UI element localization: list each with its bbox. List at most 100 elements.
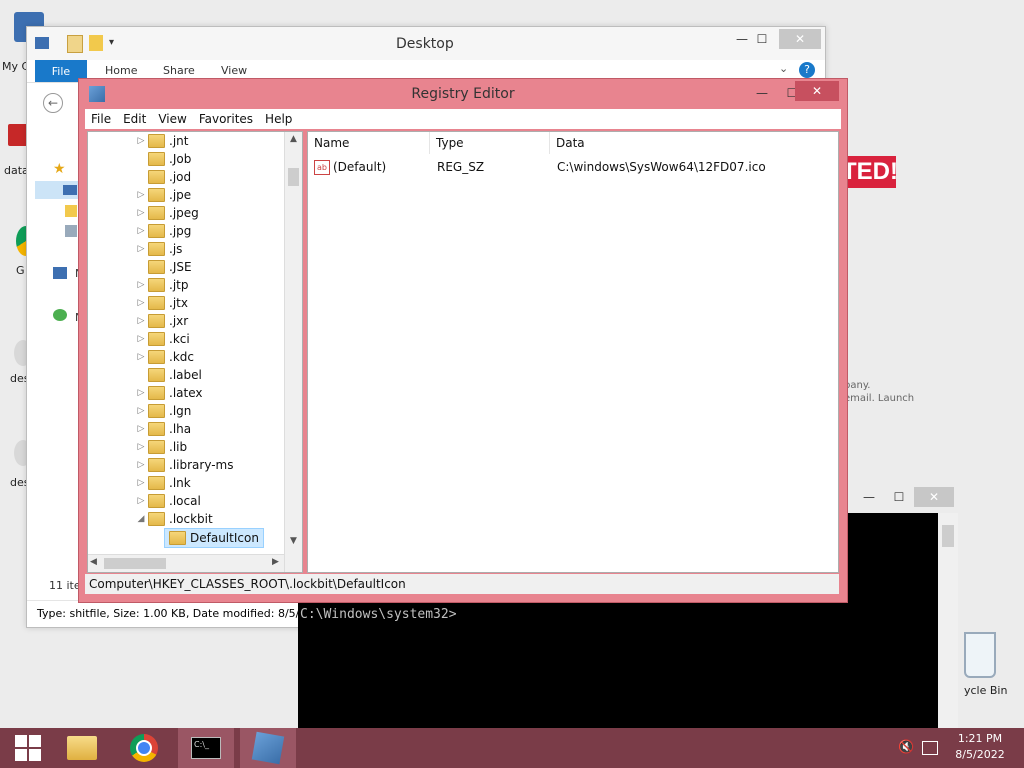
taskbar-chrome[interactable] xyxy=(116,728,172,768)
new-folder-icon[interactable] xyxy=(89,35,103,51)
tree-expand-icon[interactable]: ▷ xyxy=(136,496,146,506)
folder-icon xyxy=(148,422,165,436)
menu-edit[interactable]: Edit xyxy=(117,112,152,126)
tree-expand-icon[interactable]: ▷ xyxy=(136,244,146,254)
explorer-title-bar[interactable]: ▾ Desktop — ☐ ✕ xyxy=(27,27,825,60)
tree-item-label: .library-ms xyxy=(169,458,234,472)
tree-item[interactable]: .label xyxy=(136,366,202,384)
scroll-down-arrow-icon[interactable]: ▼ xyxy=(285,536,302,546)
tree-item[interactable]: ▷ .library-ms xyxy=(136,456,233,474)
tree-item[interactable]: ▷ .lha xyxy=(136,420,191,438)
taskbar-clock[interactable]: 1:21 PM 8/5/2022 xyxy=(944,731,1016,765)
tree-expand-icon[interactable]: ▷ xyxy=(136,208,146,218)
regedit-title-bar[interactable]: Registry Editor — ☐ ✕ xyxy=(79,79,847,109)
tree-item[interactable]: .Job xyxy=(136,150,191,168)
tree-item[interactable]: ▷ .jtx xyxy=(136,294,188,312)
properties-icon[interactable] xyxy=(67,35,83,53)
tree-item[interactable]: ◢ .lockbit xyxy=(136,510,213,528)
registry-key-tree[interactable]: ▷ .jnt .Job .jod ▷ .jpe ▷ .jpeg ▷ .jpg ▷ .js .JSE ▷ .j… xyxy=(87,131,303,573)
registry-values-pane[interactable]: Name Type Data ab (Default) REG_SZ C:\wi… xyxy=(307,131,839,573)
folder-icon xyxy=(148,134,165,148)
ribbon-tab-view[interactable]: View xyxy=(221,64,247,77)
ribbon-expand-icon[interactable]: ⌄ xyxy=(779,62,788,75)
tree-collapse-icon[interactable]: ◢ xyxy=(136,514,146,524)
help-icon[interactable]: ? xyxy=(799,62,815,78)
column-header-type[interactable]: Type xyxy=(430,132,550,154)
tree-item[interactable]: ▷ .lib xyxy=(136,438,187,456)
value-row[interactable]: ab (Default) REG_SZ C:\windows\SysWow64\… xyxy=(314,158,834,176)
taskbar: C:\_ 🔇 1:21 PM 8/5/2022 xyxy=(0,728,1024,768)
taskbar-file-explorer[interactable] xyxy=(54,728,110,768)
tree-item[interactable]: ▷ .js xyxy=(136,240,182,258)
folder-icon xyxy=(148,512,165,526)
tree-item[interactable]: ▷ .jpe xyxy=(136,186,191,204)
tree-item[interactable]: ▷ .local xyxy=(136,492,201,510)
tree-expand-icon[interactable]: ▷ xyxy=(136,316,146,326)
close-button[interactable]: ✕ xyxy=(795,81,839,101)
tree-item[interactable]: .JSE xyxy=(136,258,192,276)
tree-expand-icon[interactable]: ▷ xyxy=(136,298,146,308)
tree-expand-icon[interactable]: ▷ xyxy=(136,280,146,290)
network-icon xyxy=(53,309,67,321)
tree-item-label: .jpe xyxy=(169,188,192,202)
data-file-icon[interactable] xyxy=(8,124,28,146)
tree-expand-icon[interactable]: ▷ xyxy=(136,388,146,398)
file-explorer-icon xyxy=(67,736,97,760)
scroll-left-arrow-icon[interactable]: ◀ xyxy=(90,557,97,567)
desktop-icon-label: ycle Bin xyxy=(964,684,1008,697)
tree-item[interactable]: ▷ .jxr xyxy=(136,312,188,330)
tree-expand-icon[interactable]: ▷ xyxy=(136,334,146,344)
tree-item[interactable]: ▷ .jpg xyxy=(136,222,191,240)
value-type: REG_SZ xyxy=(437,160,485,174)
tree-expand-icon[interactable]: ▷ xyxy=(136,406,146,416)
menu-favorites[interactable]: Favorites xyxy=(193,112,259,126)
scroll-up-arrow-icon[interactable]: ▲ xyxy=(285,134,302,144)
taskbar-command-prompt[interactable]: C:\_ xyxy=(178,728,234,768)
ribbon-tab-home[interactable]: Home xyxy=(105,64,137,77)
volume-muted-icon[interactable]: 🔇 xyxy=(898,740,914,755)
tree-item[interactable]: .jod xyxy=(136,168,191,186)
close-button[interactable]: ✕ xyxy=(779,29,821,49)
tree-item[interactable]: ▷ .jpeg xyxy=(136,204,199,222)
tree-item[interactable]: ▷ .lgn xyxy=(136,402,191,420)
tree-item[interactable]: ▷ .jtp xyxy=(136,276,188,294)
network-icon[interactable] xyxy=(922,741,938,755)
tree-item[interactable]: ▷ .jnt xyxy=(136,132,188,150)
tree-expand-icon[interactable]: ▷ xyxy=(136,226,146,236)
back-arrow-icon[interactable]: ← xyxy=(43,93,63,113)
tree-expand-icon[interactable]: ▷ xyxy=(136,352,146,362)
console-scrollbar[interactable] xyxy=(938,513,958,728)
tree-item[interactable]: ▷ .lnk xyxy=(136,474,191,492)
taskbar-registry-editor[interactable] xyxy=(240,728,296,768)
tree-item[interactable]: ▷ .latex xyxy=(136,384,202,402)
recycle-bin-icon[interactable] xyxy=(964,632,996,678)
tree-item[interactable]: ▷ .kdc xyxy=(136,348,194,366)
tree-expand-icon[interactable]: ▷ xyxy=(136,460,146,470)
quick-access-dropdown-icon[interactable]: ▾ xyxy=(109,37,114,48)
tree-expand-icon[interactable]: ▷ xyxy=(136,424,146,434)
tree-expand-icon[interactable]: ▷ xyxy=(136,136,146,146)
start-button[interactable] xyxy=(0,728,56,768)
tree-hscroll-thumb[interactable] xyxy=(104,558,166,569)
maximize-button[interactable]: ☐ xyxy=(743,29,781,49)
item-count: 11 ite xyxy=(49,579,81,592)
tree-expand-icon[interactable]: ▷ xyxy=(136,478,146,488)
menu-file[interactable]: File xyxy=(85,112,117,126)
close-button[interactable]: ✕ xyxy=(914,487,954,507)
column-header-data[interactable]: Data xyxy=(550,132,838,154)
tree-vertical-scrollbar[interactable]: ▲ ▼ xyxy=(284,132,302,572)
tree-expand-icon[interactable]: ▷ xyxy=(136,190,146,200)
console-scroll-thumb[interactable] xyxy=(942,525,954,547)
scroll-right-arrow-icon[interactable]: ▶ xyxy=(272,557,279,567)
maximize-button[interactable]: ☐ xyxy=(880,487,918,507)
column-header-name[interactable]: Name xyxy=(308,132,430,154)
tree-horizontal-scrollbar[interactable]: ◀ ▶ xyxy=(88,554,284,572)
tree-item-selected[interactable]: DefaultIcon xyxy=(164,528,264,548)
tree-item-label: .lha xyxy=(169,422,192,436)
ribbon-tab-share[interactable]: Share xyxy=(163,64,195,77)
tree-scroll-thumb[interactable] xyxy=(288,168,299,186)
menu-help[interactable]: Help xyxy=(259,112,298,126)
menu-view[interactable]: View xyxy=(152,112,192,126)
tree-expand-icon[interactable]: ▷ xyxy=(136,442,146,452)
tree-item[interactable]: ▷ .kci xyxy=(136,330,190,348)
